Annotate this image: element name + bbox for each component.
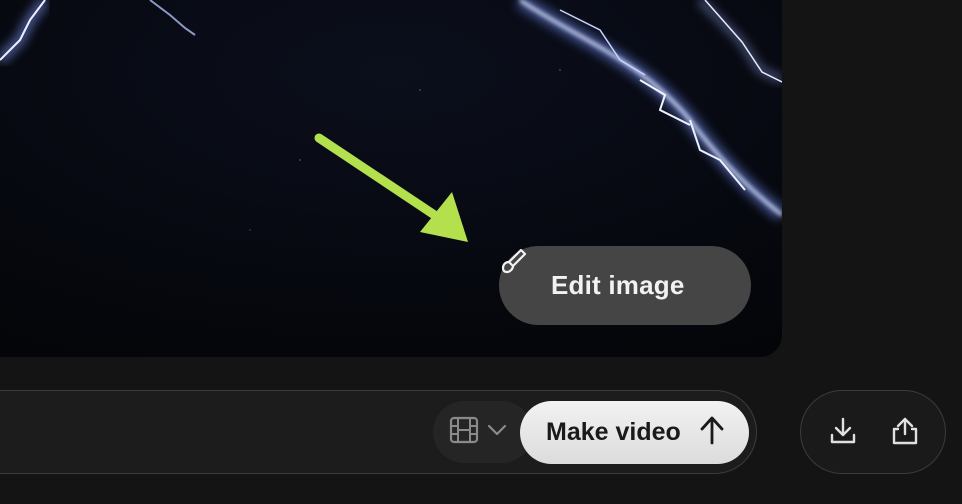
share-button[interactable] — [883, 411, 927, 455]
edit-image-button[interactable]: Edit image — [499, 246, 751, 325]
arrow-up-icon — [699, 415, 725, 450]
make-video-label: Make video — [546, 418, 681, 446]
download-button[interactable] — [821, 411, 865, 455]
chevron-down-icon — [487, 423, 507, 441]
video-mode-dropdown[interactable] — [433, 401, 533, 463]
image-actions — [800, 390, 946, 474]
generated-image[interactable]: Edit image — [0, 0, 782, 357]
edit-image-label: Edit image — [551, 270, 685, 300]
make-video-button[interactable]: Make video — [520, 401, 749, 464]
film-icon — [449, 416, 479, 449]
download-icon — [828, 416, 858, 451]
share-icon — [890, 416, 920, 451]
